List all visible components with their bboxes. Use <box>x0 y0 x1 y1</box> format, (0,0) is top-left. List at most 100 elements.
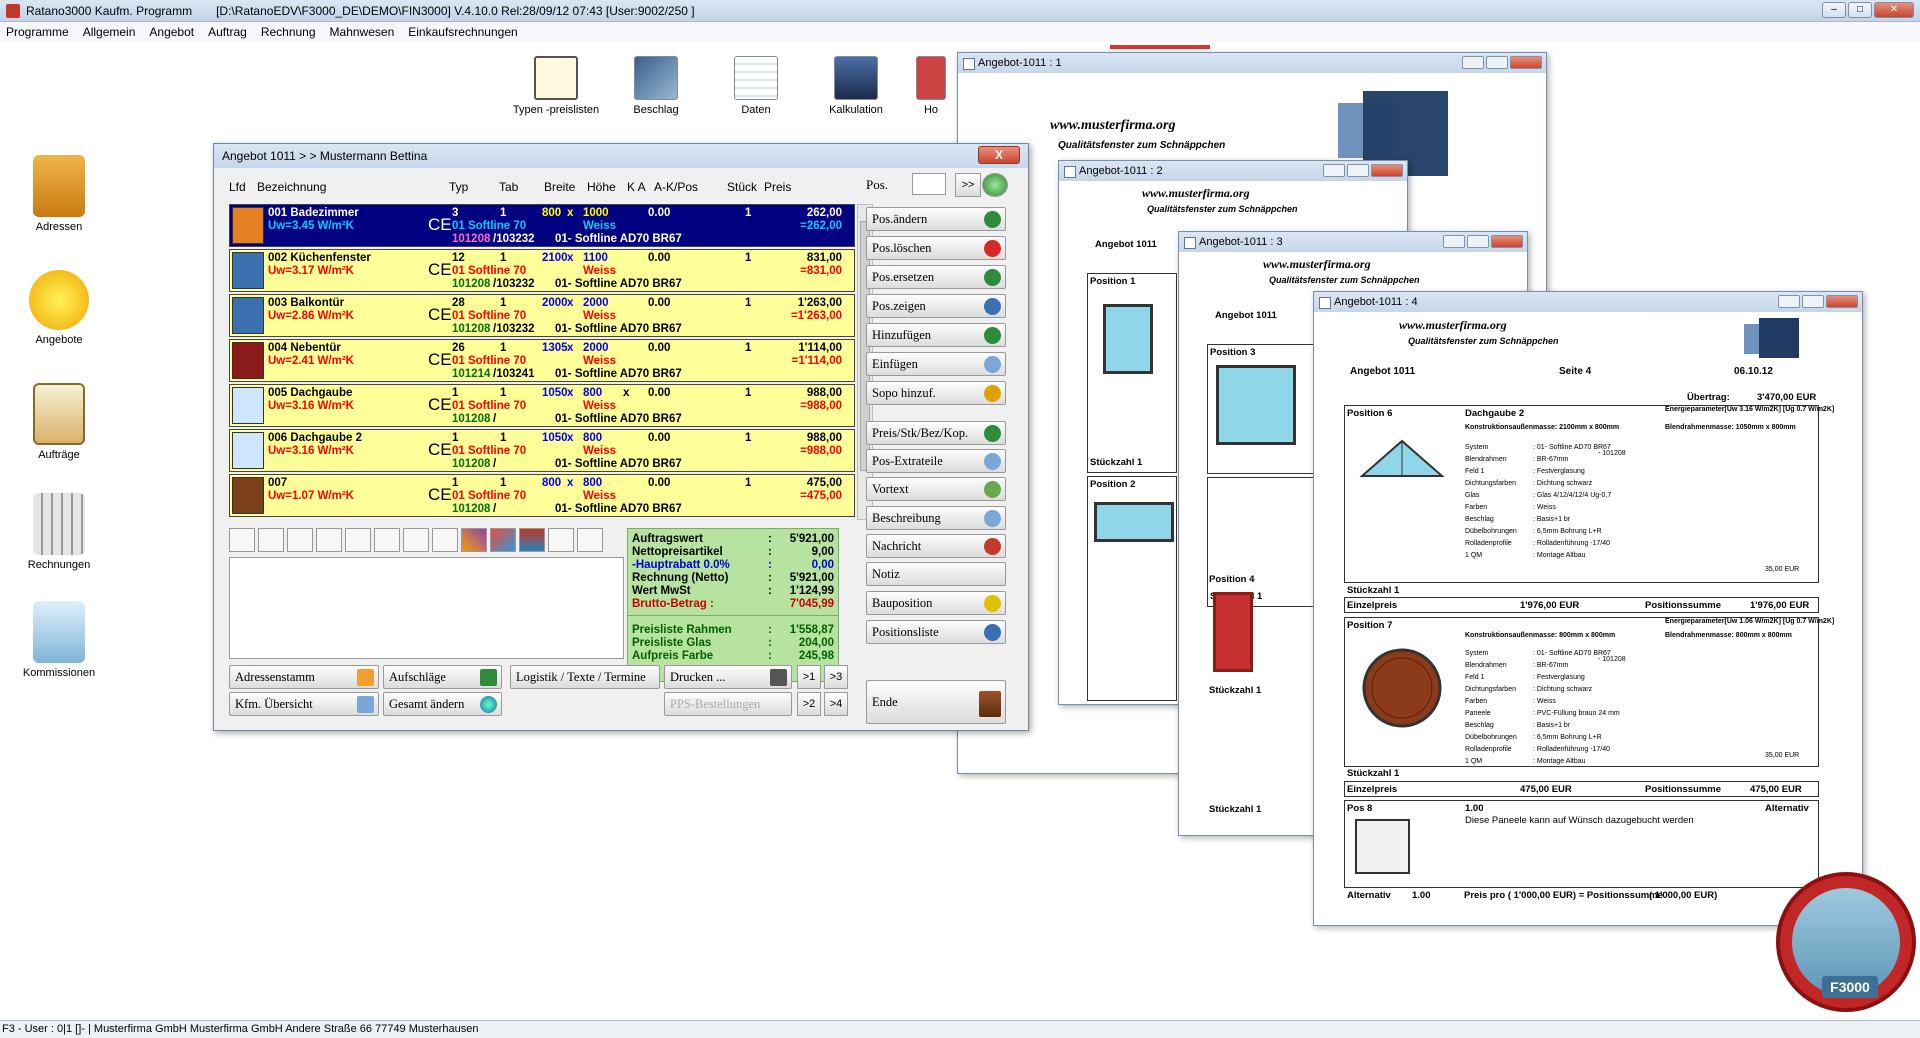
sopo-hinzuf-button[interactable]: Sopo hinzuf. <box>866 381 1006 405</box>
doc-minimize-button[interactable] <box>1323 164 1345 177</box>
doc-close-button[interactable] <box>1826 295 1858 308</box>
data-table-icon <box>734 56 778 100</box>
table-row[interactable]: 001 Badezimmer Uw=3.45 W/m²K 3 1 800 x 1000 0.0… <box>229 204 855 247</box>
doc-minimize-button[interactable] <box>1443 235 1465 248</box>
doc-maximize-button[interactable] <box>1347 164 1369 177</box>
notes-area[interactable] <box>229 557 624 659</box>
page-3-button[interactable]: >3 <box>824 665 848 689</box>
menu-einkaufsrechnungen[interactable]: Einkaufsrechnungen <box>408 25 517 39</box>
menu-mahnwesen[interactable]: Mahnwesen <box>330 25 395 39</box>
minimize-button[interactable]: – <box>1822 2 1846 18</box>
status-bar: F3 - User : 0|1 []- | Musterfirma GmbH M… <box>0 1020 1920 1038</box>
window-edit-icon[interactable] <box>519 528 545 552</box>
sidebar-adressen[interactable]: Adressen <box>14 155 104 233</box>
doc-close-button[interactable] <box>1491 235 1523 248</box>
nachricht-button[interactable]: Nachricht <box>866 534 1006 558</box>
book-icon[interactable] <box>229 528 255 552</box>
drucken-button[interactable]: Drucken ... <box>664 665 792 689</box>
notiz-button[interactable]: Notiz <box>866 562 1006 586</box>
pos-go-button[interactable]: >> <box>955 173 981 197</box>
maximize-button[interactable]: □ <box>1848 2 1872 18</box>
doc-maximize-button[interactable] <box>1486 56 1508 69</box>
pos-input[interactable] <box>912 173 946 195</box>
table-row[interactable]: 002 Küchenfenster Uw=3.17 W/m²K 12 1 2100 x 11… <box>229 249 855 292</box>
cancel-window-icon[interactable] <box>490 528 516 552</box>
unit-price-value: 475,00 EUR <box>1520 784 1572 795</box>
toolbar-home[interactable]: Ho <box>911 56 951 116</box>
pos-ersetzen-button[interactable]: Pos.ersetzen <box>866 265 1006 289</box>
menu-rechnung[interactable]: Rechnung <box>261 25 316 39</box>
hinzufuegen-button[interactable]: Hinzufügen <box>866 323 1006 347</box>
doc-minimize-button[interactable] <box>1462 56 1484 69</box>
spec-value: : Rolladenführung -17/40 <box>1533 746 1611 753</box>
table-row[interactable]: 005 Dachgaube Uw=3.16 W/m²K 1 1 1050 x 800 0.00… <box>229 384 855 427</box>
dialog-close-button[interactable]: X <box>978 146 1020 164</box>
pps-bestellungen-button[interactable]: PPS-Bestellungen <box>664 692 792 716</box>
blank-icon[interactable] <box>258 528 284 552</box>
stairs-icon[interactable] <box>316 528 342 552</box>
row-ce: CE <box>428 440 452 459</box>
adressenstamm-button[interactable]: Adressenstamm <box>229 665 379 689</box>
gesamt-aendern-button[interactable]: Gesamt ändern <box>383 692 502 716</box>
aufschlaege-button[interactable]: Aufschläge <box>383 665 502 689</box>
menu-allgemein[interactable]: Allgemein <box>83 25 136 39</box>
sidebar-kommissionen[interactable]: Kommissionen <box>14 601 104 679</box>
table-row[interactable]: 007 Uw=1.07 W/m²K 1 1 800 x 800 0.00 1 475,00 01 S… <box>229 474 855 517</box>
spec-value: : Weiss <box>1533 504 1556 511</box>
doc-maximize-button[interactable] <box>1802 295 1824 308</box>
toolbar-typenpreislisten[interactable]: Typen -preislisten <box>511 56 601 116</box>
sidebar-rechnungen[interactable]: Rechnungen <box>14 493 104 571</box>
menu-angebot[interactable]: Angebot <box>149 25 194 39</box>
document-window-4[interactable]: Angebot-1011 : 4 www.musterfirma.org Qua… <box>1313 291 1863 926</box>
menu-programme[interactable]: Programme <box>6 25 69 39</box>
pos-zeigen-button[interactable]: Pos.zeigen <box>866 294 1006 318</box>
preis-stk-bez-kop-button[interactable]: Preis/Stk/Bez/Kop. <box>866 421 1006 445</box>
blank-icon[interactable] <box>432 528 458 552</box>
colors-icon[interactable] <box>461 528 487 552</box>
construction-size: Konstruktionsaußenmasse: 800mm x 800mm <box>1465 632 1616 639</box>
alternative-label: Alternativ <box>1347 890 1391 901</box>
logistik-button[interactable]: Logistik / Texte / Termine <box>510 665 660 689</box>
menu-auftrag[interactable]: Auftrag <box>208 25 247 39</box>
pos-loeschen-button[interactable]: Pos.löschen <box>866 236 1006 260</box>
ende-button[interactable]: Ende <box>866 680 1006 724</box>
page-4-button[interactable]: >4 <box>824 692 848 716</box>
toolbar-kalkulation[interactable]: Kalkulation <box>811 56 901 116</box>
beschreibung-button[interactable]: Beschreibung <box>866 506 1006 530</box>
document-title: Angebot-1011 : 3 <box>1199 236 1283 248</box>
blank-icon[interactable] <box>374 528 400 552</box>
spec-value: : 6,5mm Bohrung L+R <box>1533 734 1602 741</box>
table-row[interactable]: 006 Dachgaube 2 Uw=3.16 W/m²K 1 1 1050 x 800 0.… <box>229 429 855 472</box>
blank-icon[interactable] <box>345 528 371 552</box>
table-row[interactable]: 003 Balkontür Uw=2.86 W/m²K 28 1 2000 x 2000 0.… <box>229 294 855 337</box>
toolbar-daten[interactable]: Daten <box>711 56 801 116</box>
bauposition-button[interactable]: Bauposition <box>866 591 1006 615</box>
bottle-icon[interactable] <box>287 528 313 552</box>
pos-aendern-button[interactable]: Pos.ändern <box>866 207 1006 231</box>
sidebar-auftraege[interactable]: Aufträge <box>14 383 104 461</box>
doc-close-button[interactable] <box>1371 164 1403 177</box>
pos-extrateile-button[interactable]: Pos-Extrateile <box>866 449 1006 473</box>
spec-label: Dichtungsfarben <box>1465 686 1516 693</box>
kfm-uebersicht-button[interactable]: Kfm. Übersicht <box>229 692 379 716</box>
doc-close-button[interactable] <box>1510 56 1542 69</box>
chair-icon[interactable] <box>577 528 603 552</box>
doc-minimize-button[interactable] <box>1778 295 1800 308</box>
table-row[interactable]: 004 Nebentür Uw=2.41 W/m²K 26 1 1305 x 2000 0.0… <box>229 339 855 382</box>
pos-refresh-icon[interactable] <box>982 173 1008 197</box>
tools-icon[interactable] <box>548 528 574 552</box>
page-1-button[interactable]: >1 <box>797 665 821 689</box>
row-ce: CE <box>428 260 452 279</box>
row-h: 800 <box>583 477 603 489</box>
sidebar-angebote[interactable]: Angebote <box>14 270 104 346</box>
vortext-button[interactable]: Vortext <box>866 477 1006 501</box>
toolbar-beschlag[interactable]: Beschlag <box>611 56 701 116</box>
blank-icon[interactable] <box>403 528 429 552</box>
positionsliste-button[interactable]: Positionsliste <box>866 620 1006 644</box>
close-button[interactable]: ✕ <box>1874 2 1914 18</box>
doc-maximize-button[interactable] <box>1467 235 1489 248</box>
einfuegen-button[interactable]: Einfügen <box>866 352 1006 376</box>
summary-value: 0,00 <box>811 559 834 571</box>
row-x: x <box>567 387 574 399</box>
page-2-button[interactable]: >2 <box>797 692 821 716</box>
